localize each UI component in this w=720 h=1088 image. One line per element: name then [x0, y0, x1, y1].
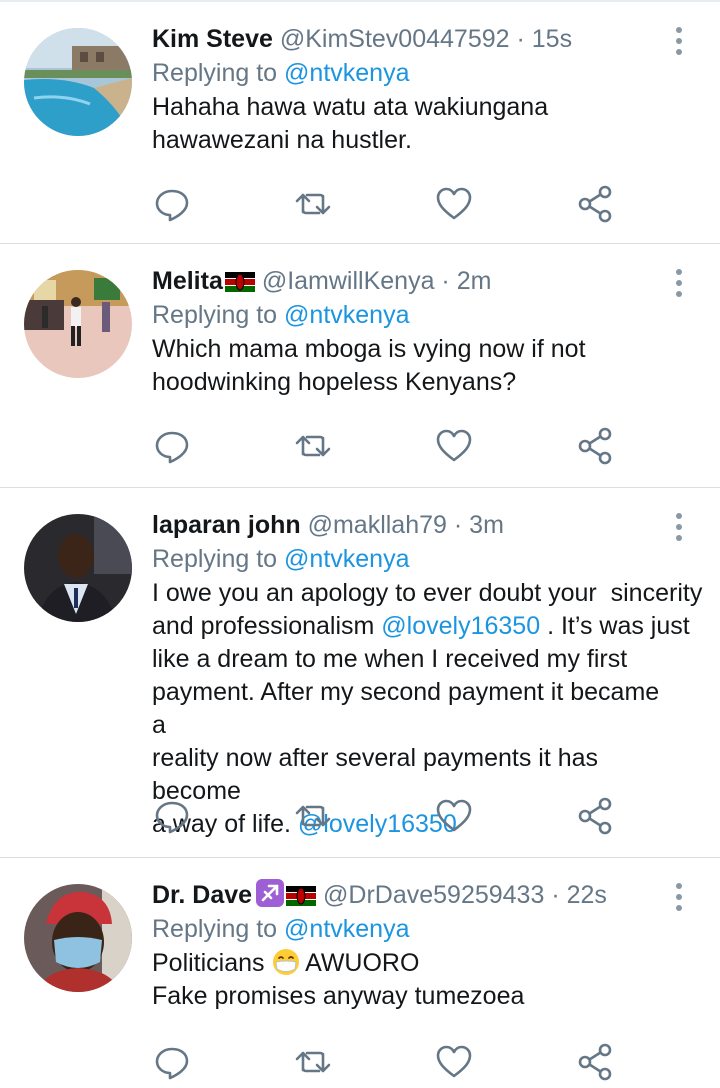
tweet-text-line: I owe you an apology to ever doubt your …: [152, 579, 703, 607]
display-name[interactable]: Kim Steve: [152, 25, 273, 53]
reply-mention-link[interactable]: @ntvkenya: [284, 545, 409, 573]
separator-dot: ·: [453, 511, 463, 539]
user-handle[interactable]: @KimStev00447592: [280, 25, 510, 53]
tweet-card[interactable]: Dr. Dave @DrDave59259433 · 22s Replying …: [0, 858, 720, 1088]
share-icon[interactable]: [576, 184, 616, 224]
action-bar: [152, 426, 620, 466]
reply-mention-link[interactable]: @ntvkenya: [284, 915, 409, 943]
more-vertical-icon[interactable]: [664, 512, 694, 542]
tweet-text-line: payment. After my second payment it beca…: [152, 678, 660, 739]
kenya-flag-icon: [224, 272, 255, 292]
tweet-text: Politicians AWUORO Fake promises anyway …: [152, 947, 680, 1013]
tweet-text-line: Hahaha hawa watu ata wakiungana: [152, 93, 549, 121]
tweet-text-segment: AWUORO: [299, 949, 420, 977]
tweet-text-line: hawawezani na hustler.: [152, 126, 412, 154]
more-vertical-icon[interactable]: [664, 268, 694, 298]
replying-to-label: Replying to: [152, 301, 278, 329]
tweet-header: laparan john @makllah79 · 3m: [152, 508, 680, 542]
user-handle[interactable]: @IamwillKenya: [262, 267, 435, 295]
timestamp[interactable]: 2m: [457, 267, 492, 295]
retweet-icon[interactable]: [293, 426, 333, 466]
kenya-flag-icon: [286, 886, 317, 906]
tweet-text: Which mama mboga is vying now if not hoo…: [152, 333, 680, 399]
replying-to-line: Replying to @ntvkenya: [152, 298, 680, 332]
retweet-icon[interactable]: [293, 184, 333, 224]
replying-to-label: Replying to: [152, 545, 278, 573]
tweet-card[interactable]: Melita @IamwillKenya · 2m Replying to @n…: [0, 244, 720, 488]
tweet-text-segment: . It’s was just: [540, 612, 690, 640]
avatar[interactable]: [24, 514, 132, 622]
more-vertical-icon[interactable]: [664, 882, 694, 912]
tweet-header: Melita @IamwillKenya · 2m: [152, 264, 680, 298]
display-name[interactable]: Dr. Dave: [152, 881, 252, 909]
heart-icon[interactable]: [434, 796, 474, 836]
tweet-header: Dr. Dave @DrDave59259433 · 22s: [152, 878, 680, 912]
sagittarius-icon: [256, 879, 285, 907]
tweet-card[interactable]: Kim Steve @KimStev00447592 · 15s Replyin…: [0, 2, 720, 244]
tweet-header: Kim Steve @KimStev00447592 · 15s: [152, 22, 680, 56]
reply-mention-link[interactable]: @ntvkenya: [284, 59, 409, 87]
replying-to-line: Replying to @ntvkenya: [152, 912, 680, 946]
tweet-text-line: like a dream to me when I received my fi…: [152, 645, 628, 673]
tweet-text: Hahaha hawa watu ata wakiungana hawaweza…: [152, 91, 680, 157]
reply-icon[interactable]: [152, 426, 192, 466]
timestamp[interactable]: 3m: [469, 511, 504, 539]
tweet-text-line: Politicians AWUORO: [152, 947, 680, 980]
avatar[interactable]: [24, 884, 132, 992]
reply-mention-link[interactable]: @ntvkenya: [284, 301, 409, 329]
mention-link[interactable]: @lovely16350: [381, 612, 540, 640]
retweet-icon[interactable]: [293, 796, 333, 836]
replying-to-line: Replying to @ntvkenya: [152, 56, 680, 90]
heart-icon[interactable]: [434, 1042, 474, 1082]
display-name[interactable]: laparan john: [152, 511, 301, 539]
share-icon[interactable]: [576, 796, 616, 836]
tweet-text-line: and professionalism @lovely16350 . It’s …: [152, 610, 690, 643]
tweet-text-segment: and professionalism: [152, 612, 382, 640]
share-icon[interactable]: [576, 1042, 616, 1082]
heart-icon[interactable]: [434, 184, 474, 224]
tweet-card[interactable]: laparan john @makllah79 · 3m Replying to…: [0, 488, 720, 858]
separator-dot: ·: [516, 25, 525, 53]
user-handle[interactable]: @makllah79: [308, 511, 447, 539]
share-icon[interactable]: [576, 426, 616, 466]
avatar[interactable]: [24, 270, 132, 378]
action-bar: [152, 796, 620, 836]
action-bar: [152, 1042, 620, 1082]
more-vertical-icon[interactable]: [664, 26, 694, 56]
tweet-text-line: Which mama mboga is vying now if not: [152, 335, 586, 363]
mask-face-emoji-icon: [272, 949, 299, 975]
user-handle[interactable]: @DrDave59259433: [323, 881, 544, 909]
timestamp[interactable]: 15s: [532, 25, 572, 53]
heart-icon[interactable]: [434, 426, 474, 466]
replying-to-label: Replying to: [152, 915, 278, 943]
timestamp[interactable]: 22s: [567, 881, 607, 909]
retweet-icon[interactable]: [293, 1042, 333, 1082]
avatar[interactable]: [24, 28, 132, 136]
tweet-text-line: Fake promises anyway tumezoea: [152, 982, 525, 1010]
display-name[interactable]: Melita: [152, 267, 223, 295]
replying-to-line: Replying to @ntvkenya: [152, 542, 680, 576]
tweet-text-segment: Politicians: [152, 949, 272, 977]
separator-dot: ·: [441, 267, 450, 295]
action-bar: [152, 184, 620, 224]
separator-dot: ·: [551, 881, 560, 909]
reply-icon[interactable]: [152, 796, 192, 836]
reply-icon[interactable]: [152, 184, 192, 224]
tweet-text-line: hoodwinking hopeless Kenyans?: [152, 368, 517, 396]
replying-to-label: Replying to: [152, 59, 278, 87]
reply-icon[interactable]: [152, 1042, 192, 1082]
